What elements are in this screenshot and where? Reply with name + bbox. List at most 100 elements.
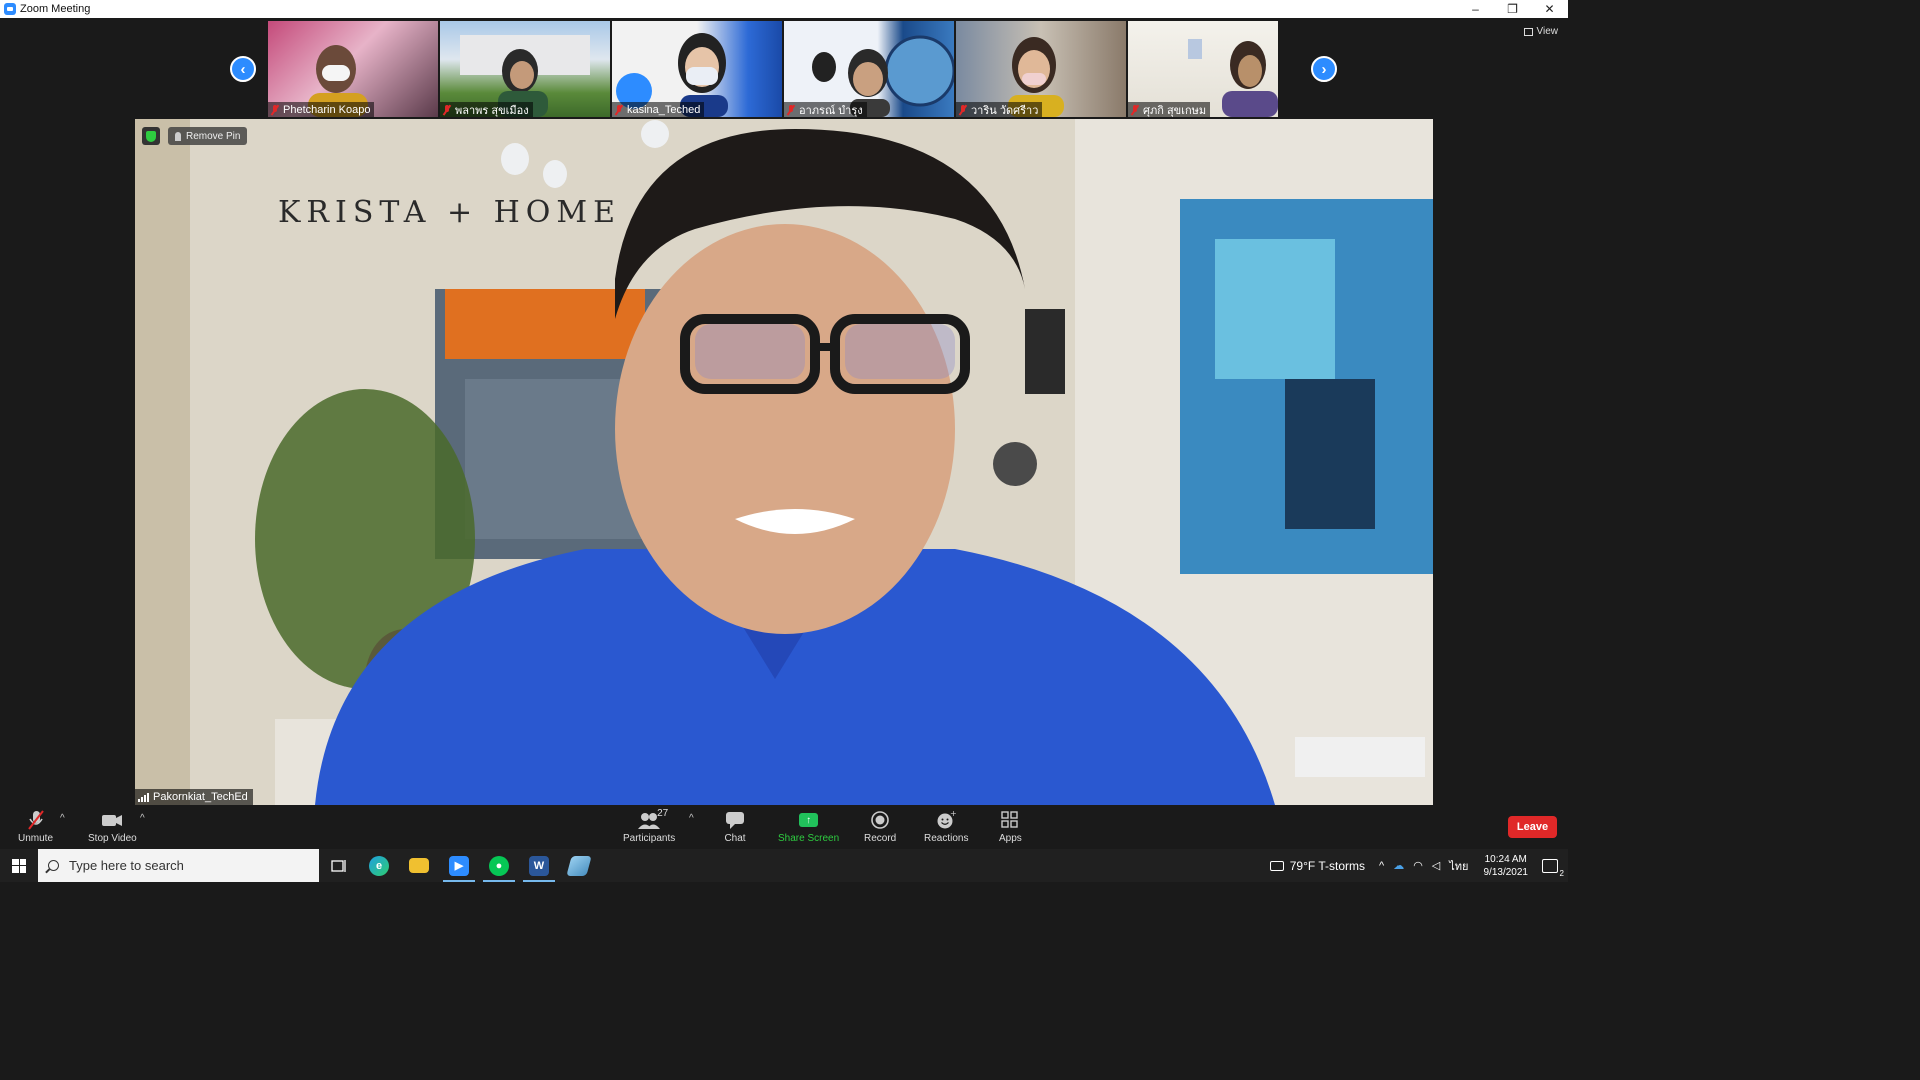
video-options-caret-icon[interactable]: ^ [140, 813, 145, 824]
record-button[interactable]: Record [864, 809, 896, 844]
encryption-shield-icon[interactable] [142, 127, 160, 145]
participant-name-tag: พลาพร สุขเมือง [440, 102, 533, 117]
windows-taskbar: Type here to search e ▶ ● W 79°F T-storm… [0, 849, 1568, 882]
chevron-up-icon[interactable]: ^ [1379, 860, 1384, 872]
minimize-button[interactable]: – [1457, 0, 1494, 18]
video-camera-icon [100, 809, 124, 831]
window-title: Zoom Meeting [20, 3, 91, 15]
leave-button[interactable]: Leave [1508, 816, 1557, 838]
taskbar-word[interactable]: W [519, 849, 559, 882]
search-placeholder: Type here to search [69, 858, 184, 873]
participant-name-tag: อาภรณ์ บำรุง [784, 102, 867, 117]
input-language[interactable]: ไทย [1449, 857, 1468, 875]
wall-sign-text: KRISTA + HOME [278, 195, 622, 230]
active-speaker-video[interactable]: KRISTA + HOME Remove Pin Pakornkiat_Tech… [135, 119, 1433, 805]
unmute-label: Unmute [18, 833, 54, 844]
gallery-next-button[interactable]: › [1311, 56, 1337, 82]
signal-strength-icon [138, 792, 149, 802]
taskbar-edge[interactable]: e [359, 849, 399, 882]
reactions-button[interactable]: + Reactions [924, 809, 968, 844]
taskbar-line[interactable]: ● [479, 849, 519, 882]
gallery-prev-button[interactable]: ‹ [230, 56, 256, 82]
unmute-button[interactable]: Unmute [18, 809, 53, 844]
speaker-volume-icon[interactable]: ◁ [1432, 859, 1440, 872]
participants-button[interactable]: 27 Participants [623, 808, 676, 844]
muted-mic-icon [443, 104, 451, 115]
participant-tile[interactable]: Phetcharin Koapo [268, 21, 438, 117]
participant-tile[interactable]: พลาพร สุขเมือง [440, 21, 610, 117]
audio-options-caret-icon[interactable]: ^ [60, 813, 65, 824]
record-label: Record [864, 833, 897, 844]
participant-name-tag: kasina_Teched [612, 102, 705, 117]
wifi-icon[interactable]: ◠ [1413, 859, 1423, 872]
participant-name-tag: ศุภกิ สุขเกษม [1128, 102, 1211, 117]
restore-button[interactable]: ❐ [1494, 0, 1531, 18]
participants-label: Participants [623, 833, 676, 844]
participant-tile[interactable]: ศุภกิ สุขเกษม [1128, 21, 1278, 117]
weather-widget[interactable]: 79°F T-storms [1269, 858, 1366, 873]
task-view-button[interactable] [319, 849, 359, 882]
muted-mic-icon [615, 104, 623, 115]
taskbar-zoom[interactable]: ▶ [439, 849, 479, 882]
window-title-bar: Zoom Meeting – ❐ ✕ [0, 0, 1568, 18]
taskbar-file-explorer[interactable] [399, 849, 439, 882]
participant-tile[interactable]: อาภรณ์ บำรุง [784, 21, 954, 117]
participants-options-caret-icon[interactable]: ^ [689, 813, 694, 824]
participants-icon: 27 [637, 808, 668, 831]
pin-icon [175, 131, 181, 141]
weather-icon [1269, 860, 1284, 871]
onedrive-cloud-icon[interactable]: ☁ [1393, 859, 1404, 872]
zoom-app-icon [4, 3, 16, 15]
participant-name-tag: วาริน วัดศรีาว [956, 102, 1043, 117]
meeting-control-bar: Unmute ^ Stop Video ^ 27 Participants ^ … [0, 805, 1568, 849]
taskbar-clock[interactable]: 10:24 AM 9/13/2021 [1484, 853, 1529, 879]
window-controls: – ❐ ✕ [1457, 0, 1568, 18]
participant-name-tag: Phetcharin Koapo [268, 102, 375, 117]
clock-time: 10:24 AM [1484, 853, 1527, 865]
taskbar-snip-tool[interactable] [559, 849, 599, 882]
gallery-strip: ‹ Phetcharin Koapo พลาพร สุขเมือง kasina… [0, 18, 1568, 119]
view-grid-icon [1523, 27, 1533, 36]
start-button[interactable] [0, 849, 38, 882]
participant-tile[interactable]: kasina_Teched [612, 21, 782, 117]
participant-tile[interactable]: วาริน วัดศรีาว [956, 21, 1126, 117]
remove-pin-button[interactable]: Remove Pin [168, 127, 248, 145]
taskbar-search-box[interactable]: Type here to search [38, 849, 319, 882]
chat-button[interactable]: Chat [724, 809, 746, 844]
notification-center-icon[interactable]: 2 [1542, 858, 1564, 878]
participant-name: kasina_Teched [627, 103, 701, 116]
participant-name: ศุภกิ สุขเกษม [1143, 104, 1207, 117]
clock-date: 9/13/2021 [1483, 866, 1529, 878]
windows-logo-icon [12, 858, 26, 873]
reactions-label: Reactions [924, 833, 969, 844]
edge-browser-icon: e [369, 855, 389, 876]
apps-button[interactable]: Apps [999, 809, 1022, 844]
stop-video-label: Stop Video [88, 833, 137, 844]
chat-bubble-icon [724, 809, 746, 831]
stop-video-button[interactable]: Stop Video [88, 809, 137, 844]
line-chat-icon: ● [489, 855, 509, 876]
speaker-name-tag: Pakornkiat_TechEd [135, 789, 253, 805]
snipping-tool-icon [566, 855, 592, 876]
smiley-face-icon: + [935, 809, 957, 831]
notification-count: 2 [1559, 868, 1564, 878]
muted-microphone-icon [25, 809, 47, 831]
participants-count-badge: 27 [657, 808, 669, 819]
speaker-name: Pakornkiat_TechEd [153, 791, 248, 803]
share-screen-button[interactable]: ↑ Share Screen [778, 809, 839, 844]
folder-icon [409, 858, 429, 873]
muted-mic-icon [1131, 104, 1139, 115]
svg-text:+: + [950, 809, 957, 818]
search-icon [48, 860, 59, 871]
share-screen-icon: ↑ [799, 809, 819, 831]
weather-text: 79°F T-storms [1289, 858, 1366, 873]
muted-mic-icon [959, 104, 967, 115]
view-button[interactable]: View [1523, 26, 1559, 37]
apps-grid-icon [999, 809, 1021, 831]
close-button[interactable]: ✕ [1531, 0, 1568, 18]
participant-name: วาริน วัดศรีาว [971, 104, 1039, 117]
muted-mic-icon [787, 104, 795, 115]
remove-pin-label: Remove Pin [186, 130, 241, 142]
participant-name: อาภรณ์ บำรุง [799, 104, 863, 117]
view-label: View [1536, 26, 1559, 37]
